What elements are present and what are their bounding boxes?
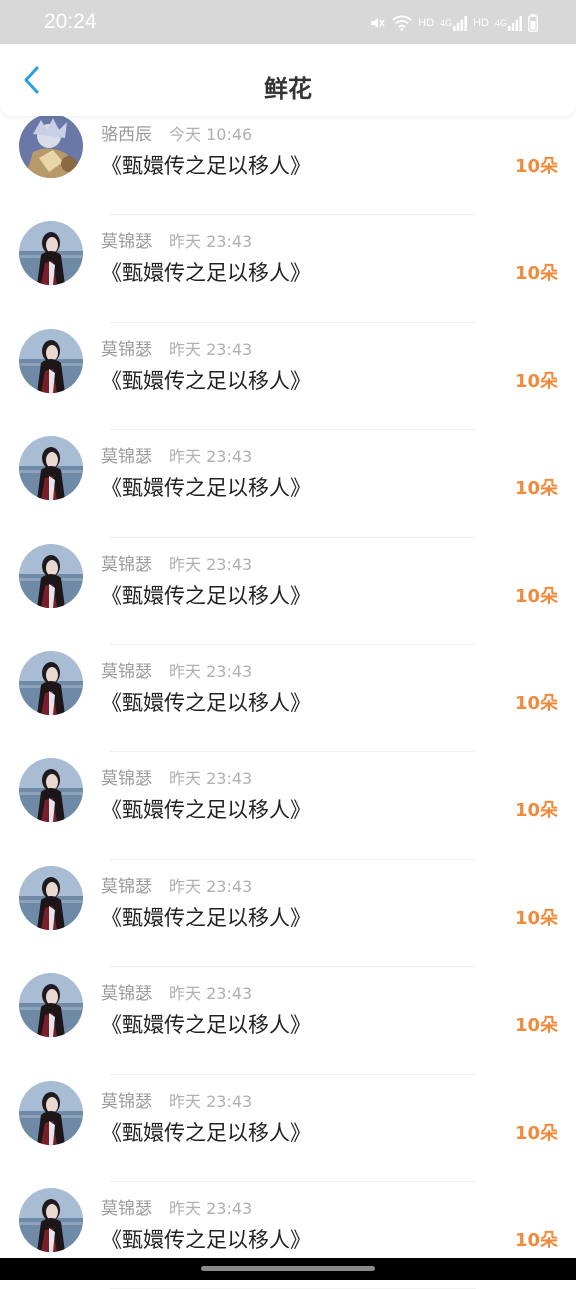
avatar[interactable] — [19, 1080, 83, 1145]
book-title[interactable]: 《甄嬛传之足以移人》 — [101, 1224, 311, 1254]
book-title[interactable]: 《甄嬛传之足以移人》 — [101, 150, 311, 180]
flower-count: 10朵 — [514, 1122, 558, 1144]
list-item[interactable]: 莫锦瑟 昨天 23:43 《甄嬛传之足以移人》 10朵 — [0, 323, 576, 431]
send-time: 昨天 23:43 — [169, 1198, 253, 1218]
page-title: 鲜花 — [264, 75, 312, 103]
list-item[interactable]: 莫锦瑟 昨天 23:43 《甄嬛传之足以移人》 10朵 — [0, 430, 576, 538]
status-icons: HD 4G HD 4G — [368, 14, 538, 32]
avatar[interactable] — [19, 973, 83, 1038]
book-title[interactable]: 《甄嬛传之足以移人》 — [101, 794, 311, 824]
sender-name[interactable]: 莫锦瑟 — [101, 550, 152, 575]
send-time: 昨天 23:43 — [169, 876, 253, 896]
flower-list: 骆西辰 今天 10:46 《甄嬛传之足以移人》 10朵 莫锦瑟 昨天 23:43 《甄嬛传之… — [0, 108, 576, 1289]
send-time: 昨天 23:43 — [169, 232, 253, 252]
sender-name[interactable]: 莫锦瑟 — [101, 442, 152, 467]
send-time: 昨天 23:43 — [169, 1091, 253, 1111]
flower-count: 10朵 — [514, 585, 558, 607]
list-item[interactable]: 莫锦瑟 昨天 23:43 《甄嬛传之足以移人》 10朵 — [0, 645, 576, 753]
avatar[interactable] — [19, 1187, 83, 1252]
flower-count: 10朵 — [514, 156, 558, 177]
avatar[interactable] — [19, 221, 83, 286]
hd-icon-2: HD — [473, 17, 489, 29]
avatar[interactable] — [19, 758, 83, 823]
list-item[interactable]: 莫锦瑟 昨天 23:43 《甄嬛传之足以移人》 10朵 — [0, 752, 576, 861]
flower-count: 10朵 — [514, 907, 558, 929]
flower-count: 10朵 — [514, 692, 558, 714]
avatar[interactable] — [19, 865, 83, 930]
battery-icon — [528, 14, 538, 32]
network-type-label-2: 4G — [494, 18, 507, 28]
network-type-label: 4G — [440, 18, 453, 28]
mute-icon — [368, 14, 386, 32]
send-time: 今天 10:46 — [169, 125, 253, 144]
flower-count: 10朵 — [514, 1229, 558, 1251]
sender-name[interactable]: 莫锦瑟 — [101, 979, 152, 1004]
wifi-icon — [392, 15, 412, 31]
app-header: 鲜花 — [0, 44, 576, 116]
book-title[interactable]: 《甄嬛传之足以移人》 — [101, 1117, 311, 1147]
list-item[interactable]: 莫锦瑟 昨天 23:43 《甄嬛传之足以移人》 10朵 — [0, 860, 576, 968]
sender-name[interactable]: 莫锦瑟 — [101, 657, 152, 682]
flower-count: 10朵 — [514, 1015, 558, 1037]
hd-icon: HD — [418, 17, 435, 29]
flower-count: 10朵 — [514, 800, 558, 822]
book-title[interactable]: 《甄嬛传之足以移人》 — [101, 1009, 311, 1039]
flower-count: 10朵 — [514, 478, 558, 500]
avatar[interactable] — [19, 543, 83, 608]
avatar[interactable] — [19, 650, 83, 715]
send-time: 昨天 23:43 — [169, 984, 253, 1004]
avatar[interactable] — [19, 436, 83, 501]
sender-name[interactable]: 莫锦瑟 — [101, 335, 152, 360]
list-item[interactable]: 莫锦瑟 昨天 23:43 《甄嬛传之足以移人》 10朵 — [0, 538, 576, 646]
status-time: 20:24 — [44, 10, 97, 33]
send-time: 昨天 23:43 — [169, 769, 253, 789]
book-title[interactable]: 《甄嬛传之足以移人》 — [101, 902, 311, 932]
book-title[interactable]: 《甄嬛传之足以移人》 — [101, 687, 311, 717]
signal-icon: 4G — [440, 15, 467, 31]
avatar[interactable] — [19, 114, 83, 178]
book-title[interactable]: 《甄嬛传之足以移人》 — [101, 257, 311, 287]
book-title[interactable]: 《甄嬛传之足以移人》 — [101, 472, 311, 502]
sender-name[interactable]: 莫锦瑟 — [101, 1087, 152, 1112]
send-time: 昨天 23:43 — [169, 447, 253, 467]
book-title[interactable]: 《甄嬛传之足以移人》 — [101, 365, 311, 395]
sender-name[interactable]: 莫锦瑟 — [101, 1194, 152, 1219]
book-title[interactable]: 《甄嬛传之足以移人》 — [101, 580, 311, 610]
navigation-bar — [0, 1258, 576, 1280]
list-item[interactable]: 莫锦瑟 昨天 23:43 《甄嬛传之足以移人》 10朵 — [0, 1075, 576, 1183]
signal-icon-2: 4G — [495, 15, 522, 31]
sender-name[interactable]: 莫锦瑟 — [101, 227, 152, 252]
sender-name[interactable]: 莫锦瑟 — [101, 872, 152, 897]
sender-name[interactable]: 莫锦瑟 — [101, 764, 152, 789]
sender-name[interactable]: 骆西辰 — [101, 120, 152, 145]
flower-count: 10朵 — [514, 263, 558, 285]
send-time: 昨天 23:43 — [169, 554, 253, 574]
list-item[interactable]: 莫锦瑟 昨天 23:43 《甄嬛传之足以移人》 10朵 — [0, 967, 576, 1075]
list-item[interactable]: 莫锦瑟 昨天 23:43 《甄嬛传之足以移人》 10朵 — [0, 215, 576, 324]
status-bar: 20:24 HD 4G HD 4G — [0, 0, 576, 44]
avatar[interactable] — [19, 328, 83, 393]
send-time: 昨天 23:43 — [169, 661, 253, 681]
send-time: 昨天 23:43 — [169, 339, 253, 359]
home-indicator[interactable] — [201, 1266, 375, 1271]
flower-count: 10朵 — [514, 370, 558, 392]
list-item[interactable]: 骆西辰 今天 10:46 《甄嬛传之足以移人》 10朵 — [0, 108, 576, 216]
